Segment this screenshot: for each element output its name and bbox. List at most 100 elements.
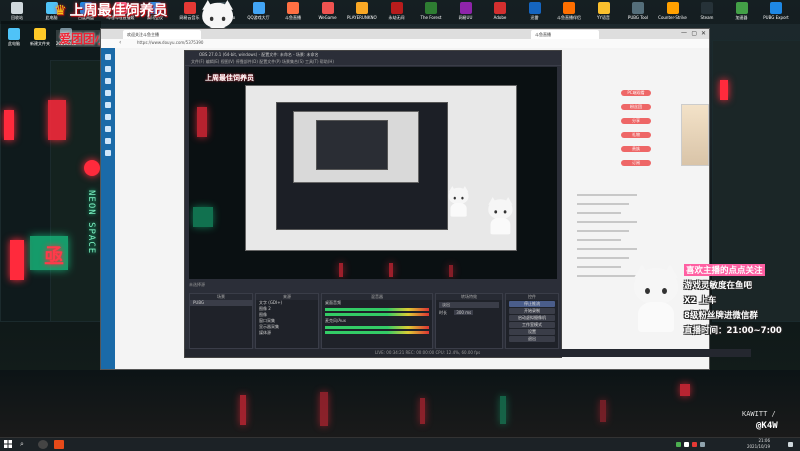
desktop-shortcut-icon[interactable]: 新建文件夹 — [28, 28, 52, 47]
desktop-app-label: WeGame — [318, 15, 337, 20]
obs-control-button[interactable]: 工作室模式 — [509, 322, 555, 328]
obs-control-button[interactable]: 启动虚拟摄像机 — [509, 315, 555, 321]
desktop-app-icon[interactable]: QQ游戏大厅 — [244, 2, 274, 21]
tray-app-icon[interactable] — [692, 442, 697, 447]
tray-app-icon[interactable] — [684, 442, 689, 447]
audio-level-meter — [325, 313, 429, 316]
page-tag-button[interactable]: 礼物 — [621, 132, 651, 138]
desktop-app-label: 斗鱼直播 — [285, 15, 301, 20]
sidebar-video-icon[interactable] — [105, 114, 111, 120]
page-tag-button[interactable]: 粉丝团 — [621, 104, 651, 110]
page-tag-button[interactable]: 分享 — [621, 118, 651, 124]
app-icon — [701, 2, 713, 14]
app-icon — [459, 2, 472, 14]
search-icon[interactable]: ⌕ — [20, 440, 30, 449]
window-close-icon[interactable]: ✕ — [701, 30, 706, 37]
cat-mascot-nested — [446, 186, 471, 218]
source-item[interactable]: 媒体源 — [256, 330, 318, 336]
obs-menu-bar[interactable]: 文件(F) 编辑(E) 视图(V) 停靠部件(D) 配置文件(P) 场景集合(S… — [185, 59, 561, 66]
page-tag-button[interactable]: 订阅 — [621, 160, 651, 166]
nested-browser-capture — [245, 85, 517, 251]
page-text-line — [577, 239, 621, 241]
browser-tab[interactable]: 欢迎关注斗鱼主播 — [123, 30, 201, 39]
scene-item[interactable]: PUBG — [190, 300, 252, 306]
desktop-app-icon[interactable]: PUBG Tool — [623, 2, 653, 20]
page-tag-button[interactable]: 贵族 — [621, 146, 651, 152]
desktop-app-icon[interactable]: Adobe — [485, 2, 515, 20]
window-maximize-icon[interactable]: ▢ — [691, 30, 697, 37]
app-icon — [390, 2, 403, 14]
desktop-app-icon[interactable]: 迅雷 — [520, 2, 550, 21]
audio-level-meter — [325, 326, 429, 329]
desktop-app-icon[interactable]: WeGame — [313, 2, 343, 20]
app-icon — [770, 2, 782, 14]
sidebar-mail-icon[interactable] — [105, 138, 111, 144]
desktop-app-icon[interactable]: 加速器 — [727, 2, 757, 21]
obs-control-button[interactable]: 停止推流 — [509, 301, 555, 307]
audio-level-meter — [325, 308, 429, 311]
duration-value[interactable]: 300 ms — [454, 310, 474, 315]
avatar-thumbnail[interactable] — [681, 104, 709, 166]
browser-tab[interactable]: 斗鱼直播 — [531, 30, 599, 39]
stream-schedule: 直播时间：21:00~7:00 — [684, 326, 782, 336]
transition-select[interactable]: 淡出 — [439, 302, 499, 308]
sidebar-download-icon[interactable] — [105, 90, 111, 96]
sidebar-music-icon[interactable] — [105, 126, 111, 132]
stream-info-overlay: 喜欢主播的点点关注 游戏灵敏度在鱼吧 X2 上车 8级粉丝牌进微信群 直播时间：… — [684, 264, 800, 339]
transition-duration[interactable]: 时长 300 ms — [436, 310, 502, 316]
sidebar-history-icon[interactable] — [105, 78, 111, 84]
nested-obs-capture-2 — [316, 120, 388, 170]
obs-control-button[interactable]: 退出 — [509, 336, 555, 342]
sidebar-star-icon[interactable] — [105, 66, 111, 72]
notification-icon[interactable] — [788, 442, 793, 447]
stream-title-overlay: ♛ 上周最佳饲养员 — [54, 0, 168, 20]
obs-window[interactable]: OBS 27.0.1 (64-bit, windows) - 配置文件: 未命名… — [184, 50, 751, 358]
desktop-app-icon[interactable]: 网易UU — [451, 2, 481, 21]
nested-obs-capture — [276, 102, 448, 230]
desktop-app-label: 永劫无间 — [388, 15, 405, 20]
mixer-channel-name: 麦克风/Aux — [325, 318, 346, 323]
taskbar-browser-icon[interactable] — [54, 440, 64, 449]
window-minimize-icon[interactable]: — — [681, 29, 687, 36]
sidebar-game-icon[interactable] — [105, 102, 111, 108]
wallpaper-neon-sign — [84, 160, 100, 176]
tray-volume-icon[interactable] — [700, 442, 705, 447]
desktop-app-icon[interactable]: 斗鱼直播 — [278, 2, 308, 21]
wallpaper-neon-sign — [4, 110, 14, 140]
desktop-app-icon[interactable]: 永劫无间 — [382, 2, 412, 21]
watermark-line2: @K4W — [756, 421, 778, 431]
desktop-app-icon[interactable]: PUBG Export — [761, 2, 791, 20]
back-icon[interactable]: ‹ — [119, 39, 121, 46]
page-text-line — [577, 266, 621, 268]
cat-mascot-preview — [485, 197, 516, 236]
desktop-app-label: PLAYERUNKNOWN — [347, 15, 377, 20]
desktop-app-icon[interactable]: Counter-Strike — [658, 2, 688, 20]
obs-control-button[interactable]: 开始录制 — [509, 308, 555, 314]
desktop-app-label: Adobe — [493, 15, 507, 20]
obs-control-button[interactable]: 设置 — [509, 329, 555, 335]
desktop-app-icon[interactable]: 斗鱼直播伴侣 — [554, 2, 584, 21]
desktop-app-icon[interactable]: PLAYERUNKNOWN — [347, 2, 377, 20]
desktop-app-label: The Forest — [420, 15, 442, 20]
obs-preview-canvas[interactable]: 上周最佳饲养员 — [189, 67, 557, 279]
desktop-app-icon[interactable]: 回收站 — [2, 2, 32, 21]
preview-reflection — [389, 263, 393, 277]
app-icon — [597, 2, 610, 14]
page-text-line — [577, 257, 629, 259]
desktop-shortcut-label: 新建文件夹 — [30, 41, 50, 46]
page-text-line — [577, 248, 637, 250]
follow-reminder: 喜欢主播的点点关注 — [684, 264, 765, 276]
tray-network-icon[interactable] — [676, 442, 681, 447]
taskbar-obs-icon[interactable] — [38, 440, 48, 449]
browser-url-text[interactable]: https://www.douyu.com/5375390 — [137, 40, 203, 45]
desktop-shortcut-icon[interactable]: 此电脑 — [2, 28, 26, 47]
desktop-app-icon[interactable]: The Forest — [416, 2, 446, 20]
start-menu-icon[interactable] — [4, 440, 14, 449]
page-tag-button[interactable]: PC端观看 — [621, 90, 651, 96]
desktop-app-icon[interactable]: YY语音 — [589, 2, 619, 21]
taskbar-clock[interactable]: 21:06 2021/10/19 — [747, 438, 770, 450]
desktop-app-icon[interactable]: Steam — [692, 2, 722, 20]
sidebar-settings-icon[interactable] — [105, 150, 111, 156]
preview-stream-title: 上周最佳饲养员 — [205, 74, 254, 82]
sidebar-home-icon[interactable] — [105, 54, 111, 60]
